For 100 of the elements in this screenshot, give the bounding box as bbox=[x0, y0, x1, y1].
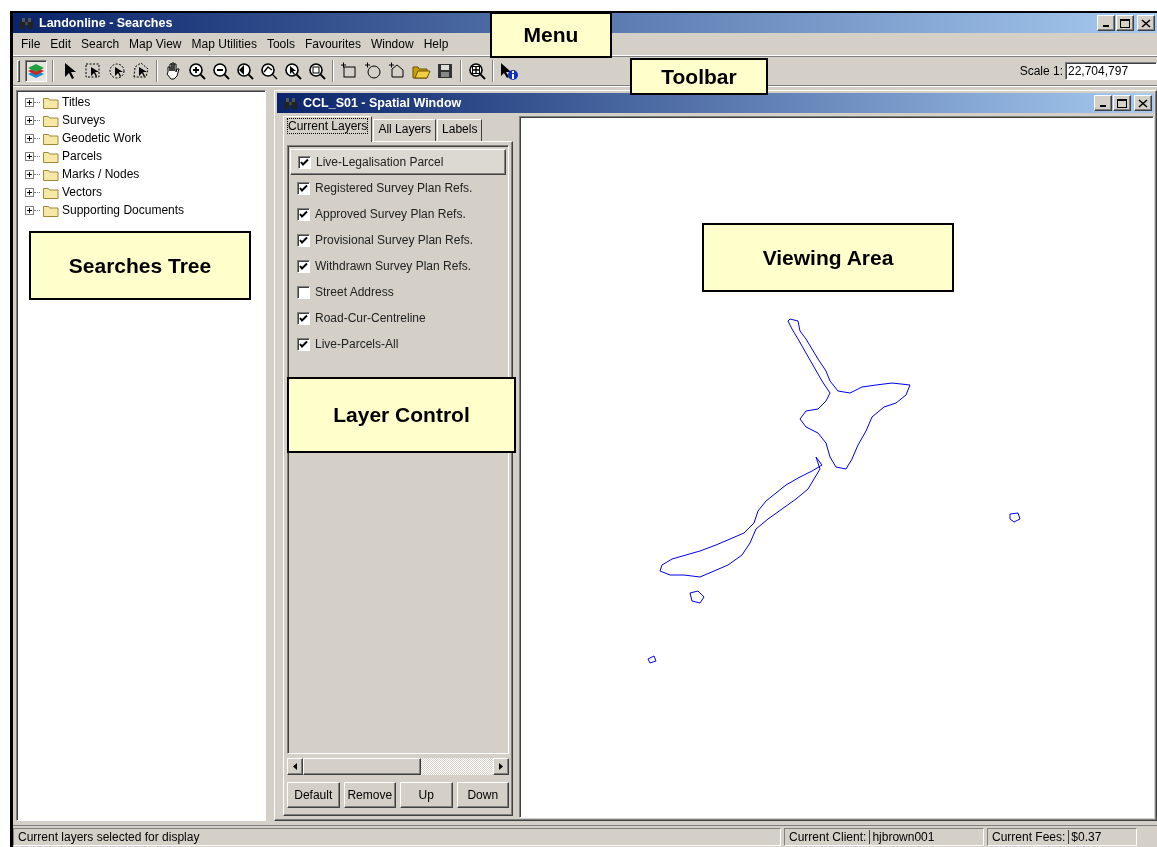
scale-field[interactable]: 22,704,797 bbox=[1065, 62, 1157, 80]
zoom-box-icon[interactable] bbox=[307, 61, 327, 81]
box-select-icon[interactable] bbox=[83, 61, 103, 81]
menu-item[interactable]: Edit bbox=[45, 37, 77, 51]
scroll-right-button[interactable] bbox=[493, 758, 509, 775]
expand-icon[interactable] bbox=[25, 151, 34, 161]
scrollbar-thumb[interactable] bbox=[303, 758, 421, 775]
layer-row[interactable]: Withdrawn Survey Plan Refs. bbox=[290, 253, 506, 279]
layer-label: Street Address bbox=[315, 285, 394, 299]
layer-label: Registered Survey Plan Refs. bbox=[315, 181, 473, 195]
minimize-button[interactable] bbox=[1094, 95, 1112, 111]
expand-icon[interactable] bbox=[25, 169, 34, 179]
checkbox[interactable] bbox=[297, 181, 310, 195]
callout-label: Layer Control bbox=[287, 377, 516, 453]
layer-button[interactable]: Up bbox=[400, 782, 453, 808]
fees-value: $0.37 bbox=[1068, 829, 1102, 844]
tree-item[interactable]: Titles bbox=[62, 95, 91, 109]
zoom-pointer-icon[interactable] bbox=[283, 61, 303, 81]
callout-label: Menu bbox=[490, 12, 612, 58]
status-message: Current layers selected for display bbox=[13, 827, 781, 846]
checkbox[interactable] bbox=[297, 233, 310, 247]
minimize-button[interactable] bbox=[1097, 15, 1115, 31]
polygon-select-icon[interactable] bbox=[131, 61, 151, 81]
expand-icon[interactable] bbox=[25, 205, 34, 215]
tree-item[interactable]: Parcels bbox=[62, 149, 102, 163]
zoom-full-icon[interactable] bbox=[259, 61, 279, 81]
maximize-button[interactable] bbox=[1116, 15, 1134, 31]
info-pointer-icon[interactable] bbox=[499, 61, 519, 81]
zoom-back-icon[interactable] bbox=[235, 61, 255, 81]
folder-icon bbox=[43, 131, 59, 145]
zoom-in-icon[interactable] bbox=[187, 61, 207, 81]
callout-label: Viewing Area bbox=[702, 223, 954, 292]
close-button[interactable] bbox=[1137, 15, 1155, 31]
callout-label: Searches Tree bbox=[29, 231, 251, 300]
expand-icon[interactable] bbox=[25, 115, 34, 125]
layer-label: Provisional Survey Plan Refs. bbox=[315, 233, 474, 247]
close-icon bbox=[1138, 98, 1148, 108]
checkbox[interactable] bbox=[297, 337, 310, 351]
menu-item[interactable]: Map Utilities bbox=[186, 37, 262, 51]
menu-item[interactable]: Window bbox=[365, 37, 419, 51]
tree-item[interactable]: Vectors bbox=[62, 185, 103, 199]
menu-item[interactable]: Help bbox=[418, 37, 454, 51]
new-rectangle-icon[interactable] bbox=[339, 61, 359, 81]
maximize-icon bbox=[1120, 18, 1130, 28]
callout-label: Toolbar bbox=[630, 58, 768, 95]
layer-row[interactable]: Provisional Survey Plan Refs. bbox=[290, 227, 506, 253]
client-label: Current Client: bbox=[789, 829, 867, 844]
folder-icon bbox=[43, 149, 59, 163]
layer-button[interactable]: Down bbox=[456, 782, 509, 808]
window-title: CCL_S01 - Spatial Window bbox=[303, 96, 463, 110]
tree-item[interactable]: Supporting Documents bbox=[62, 203, 185, 217]
layer-label: Live-Legalisation Parcel bbox=[316, 155, 444, 169]
folder-icon bbox=[43, 95, 59, 109]
layer-label: Road-Cur-Centreline bbox=[315, 311, 426, 325]
menu-item[interactable]: Tools bbox=[261, 37, 300, 51]
expand-icon[interactable] bbox=[25, 97, 34, 107]
maximize-button[interactable] bbox=[1113, 95, 1131, 111]
checkbox[interactable] bbox=[297, 207, 310, 221]
scroll-left-button[interactable] bbox=[287, 758, 303, 775]
folder-icon bbox=[43, 113, 59, 127]
horizontal-scrollbar[interactable] bbox=[287, 758, 509, 775]
binoculars-icon bbox=[283, 96, 298, 110]
layer-row[interactable]: Street Address bbox=[290, 279, 506, 305]
menu-item[interactable]: Favourites bbox=[299, 37, 366, 51]
expand-icon[interactable] bbox=[25, 187, 34, 197]
tree-item[interactable]: Geodetic Work bbox=[62, 131, 142, 145]
checkbox[interactable] bbox=[297, 285, 310, 299]
layer-label: Approved Survey Plan Refs. bbox=[315, 207, 466, 221]
layer-row[interactable]: Live-Parcels-All bbox=[290, 331, 506, 357]
layer-row[interactable]: Registered Survey Plan Refs. bbox=[290, 175, 506, 201]
layer-row[interactable]: Road-Cur-Centreline bbox=[290, 305, 506, 331]
layer-row[interactable]: Approved Survey Plan Refs. bbox=[290, 201, 506, 227]
tab[interactable]: Current Layers bbox=[283, 116, 373, 142]
tree-item[interactable]: Surveys bbox=[62, 113, 106, 127]
left-arrow-icon bbox=[293, 763, 297, 770]
checkbox[interactable] bbox=[297, 259, 310, 273]
circle-select-icon[interactable] bbox=[107, 61, 127, 81]
close-button[interactable] bbox=[1134, 95, 1152, 111]
new-circle-icon[interactable] bbox=[363, 61, 383, 81]
menu-item[interactable]: Map View bbox=[124, 37, 187, 51]
new-polygon-icon[interactable] bbox=[387, 61, 407, 81]
menu-item[interactable]: File bbox=[16, 37, 46, 51]
layer-row[interactable]: Live-Legalisation Parcel bbox=[290, 149, 506, 175]
layer-button[interactable]: Remove bbox=[343, 782, 396, 808]
save-icon[interactable] bbox=[435, 61, 455, 81]
layers-icon[interactable] bbox=[25, 60, 47, 82]
zoom-window-icon[interactable] bbox=[467, 61, 487, 81]
menu-item[interactable]: Search bbox=[76, 37, 125, 51]
layer-button[interactable]: Default bbox=[287, 782, 340, 808]
tree-item[interactable]: Marks / Nodes bbox=[62, 167, 140, 181]
client-value: hjbrown001 bbox=[869, 829, 935, 844]
expand-icon[interactable] bbox=[25, 133, 34, 143]
zoom-out-icon[interactable] bbox=[211, 61, 231, 81]
checkbox[interactable] bbox=[298, 155, 311, 169]
window-title: Landonline - Searches bbox=[39, 16, 174, 30]
scale-label: Scale 1: bbox=[1019, 64, 1063, 78]
checkbox[interactable] bbox=[297, 311, 310, 325]
tab[interactable]: Labels bbox=[437, 119, 483, 141]
folder-icon bbox=[43, 185, 59, 199]
tab[interactable]: All Layers bbox=[373, 119, 437, 141]
